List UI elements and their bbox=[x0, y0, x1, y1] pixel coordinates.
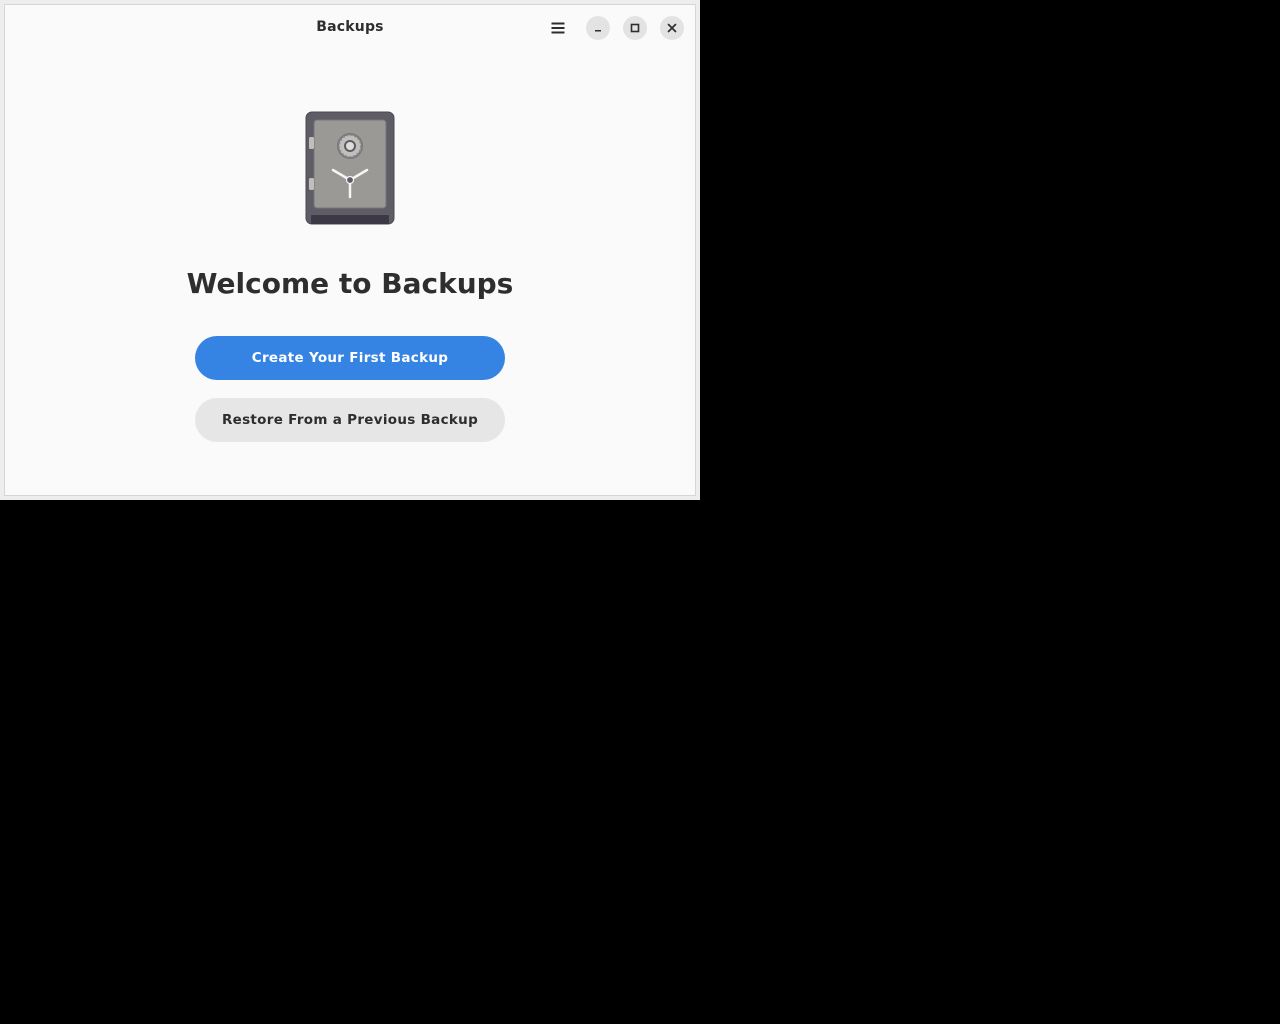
window-surface: Backups Welcome to Backups Create Your F… bbox=[4, 4, 696, 496]
app-window: Backups Welcome to Backups Create Your F… bbox=[0, 0, 700, 500]
welcome-page: Welcome to Backups Create Your First Bac… bbox=[5, 5, 695, 495]
safe-icon bbox=[305, 111, 395, 225]
create-first-backup-button[interactable]: Create Your First Backup bbox=[195, 336, 505, 380]
welcome-heading: Welcome to Backups bbox=[186, 267, 514, 300]
restore-previous-backup-button[interactable]: Restore From a Previous Backup bbox=[195, 398, 505, 442]
